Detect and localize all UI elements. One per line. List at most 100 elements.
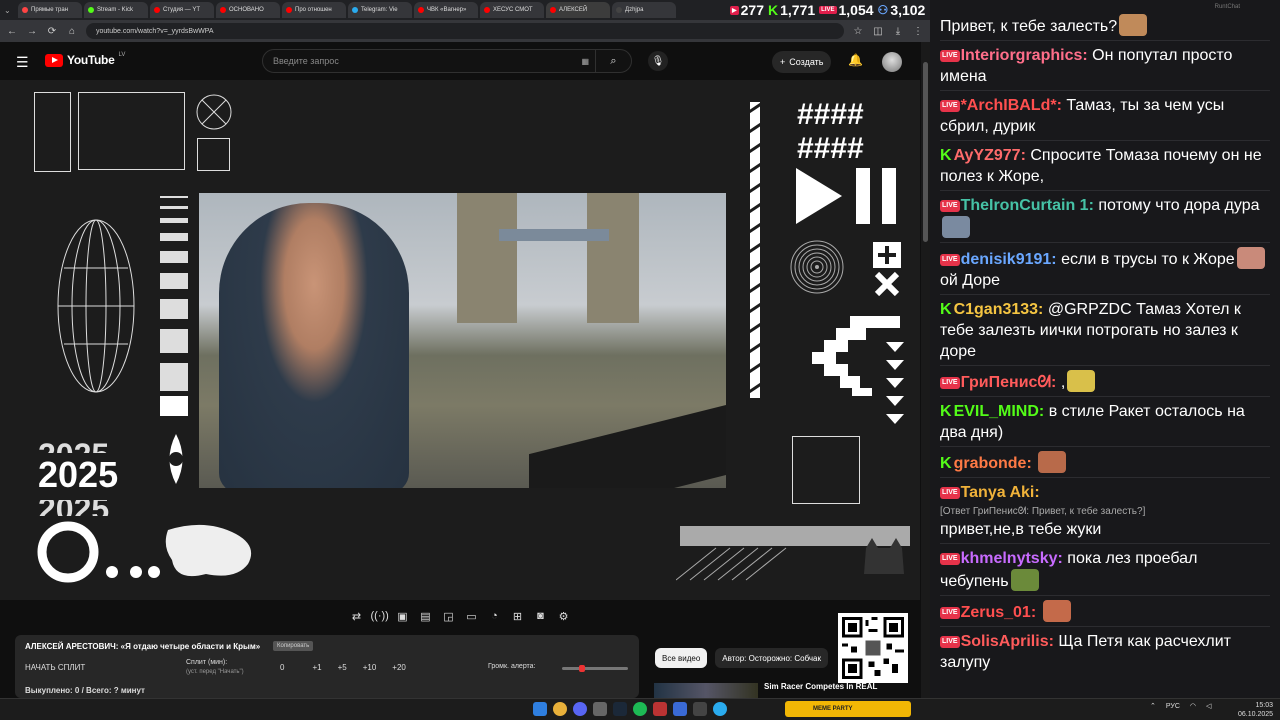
add-5-button[interactable]: +5	[338, 663, 347, 672]
chat-username[interactable]: ГриПенисᘛ:	[961, 374, 1057, 391]
video-player[interactable]: 2025 2025 2025 #### ####	[0, 80, 920, 600]
browser-tab[interactable]: Про отношен	[282, 2, 346, 18]
chat-message: LIVE *ArchIBALd*: Тамаз, ты за чем усы сб…	[940, 90, 1270, 140]
film-strip-icon[interactable]: ▭	[463, 610, 481, 623]
tab-favicon-icon	[88, 7, 94, 13]
qr-code-graphic	[842, 617, 904, 679]
chat-username[interactable]: AyYZ977:	[954, 147, 1026, 164]
chat-username[interactable]: *ArchIBALd*:	[961, 97, 1062, 114]
streamer-figure	[219, 203, 409, 488]
hamburger-menu-icon[interactable]: ☰	[16, 54, 29, 71]
microphone-icon[interactable]: 🎙	[648, 51, 668, 71]
year-echo-top: 2025	[38, 437, 109, 453]
broadcast-icon[interactable]: ((·))	[371, 610, 389, 622]
search-button[interactable]: ⌕	[595, 50, 631, 72]
chat-username[interactable]: C1gan3133:	[954, 301, 1044, 318]
forward-icon[interactable]: →	[26, 26, 38, 37]
obs-icon[interactable]	[653, 702, 667, 716]
chat-username[interactable]: denisik9191:	[961, 251, 1057, 268]
start-icon[interactable]	[533, 702, 547, 716]
media-icon[interactable]	[593, 702, 607, 716]
reload-icon[interactable]: ⟳	[46, 26, 58, 37]
chat-username[interactable]: SolisAprilis:	[961, 633, 1054, 650]
notifications-bell-icon[interactable]: 🔔	[848, 53, 863, 67]
clapper-icon[interactable]: ▤	[417, 610, 435, 623]
speed-gauge-icon[interactable]: ◔	[486, 610, 504, 622]
volume-icon[interactable]: ◁	[1206, 702, 1211, 710]
add-1-button[interactable]: +1	[312, 663, 321, 672]
tray-chevron-icon[interactable]: ⌃	[1150, 702, 1156, 710]
browser-menu-icon[interactable]: ⋮	[912, 26, 924, 37]
emote-icon	[1236, 247, 1265, 269]
steam-icon[interactable]	[613, 702, 627, 716]
browser-tab[interactable]: ХЕСУС СМОТ	[480, 2, 544, 18]
keyboard-icon[interactable]: ▦	[581, 57, 595, 66]
search-input[interactable]	[263, 50, 582, 72]
bookmark-star-icon[interactable]: ☆	[852, 26, 864, 37]
add-20-button[interactable]: +20	[392, 663, 406, 672]
chat-message: Kgrabonde:	[940, 446, 1270, 477]
chat-username[interactable]: EVIL_MIND:	[954, 403, 1045, 420]
create-button[interactable]: + Создать	[772, 51, 832, 73]
url-field[interactable]: youtube.com/watch?v=_yyrdsBwWPA	[86, 23, 844, 39]
browser-tab[interactable]: Stream - Kick	[84, 2, 148, 18]
network-icon[interactable]: ◠	[1190, 702, 1196, 710]
copy-button[interactable]: Копировать	[273, 641, 314, 651]
year-label: 2025	[38, 454, 119, 495]
chat-message: LIVE Tanya Aki: [Ответ ГриПенисᘛ: Привет,…	[940, 477, 1270, 543]
browser-tab[interactable]: ОСНОВАНО	[216, 2, 280, 18]
chat-username[interactable]: Zerus_01:	[961, 604, 1037, 621]
extensions-icon[interactable]: ◫	[872, 26, 884, 37]
slider-knob[interactable]	[578, 665, 585, 672]
screen: ⌄ Прямые тран Stream - Kick Студия — YT ОСНО…	[0, 0, 1280, 720]
chat-username[interactable]: TheIronCurtain 1:	[961, 197, 1094, 214]
language-indicator[interactable]: РУС	[1166, 703, 1180, 710]
explorer-icon[interactable]	[693, 702, 707, 716]
users-icon: ⚇	[877, 3, 889, 17]
chip-all-videos[interactable]: Все видео	[655, 648, 708, 668]
hash-row-1: ####	[797, 98, 864, 131]
pip-icon[interactable]: ◲	[440, 610, 458, 623]
chat-username[interactable]: Tanya Aki:	[961, 484, 1040, 501]
wireframe-globe-icon	[57, 219, 135, 393]
home-icon[interactable]: ⌂	[66, 26, 78, 37]
chat-text-continued: привет,не,в тебе жуки	[940, 521, 1102, 538]
tab-favicon-icon	[616, 7, 622, 13]
chat-username[interactable]: khmelnytsky:	[961, 550, 1063, 567]
browser-tab[interactable]: Telegram: Vie	[348, 2, 412, 18]
avatar[interactable]	[882, 52, 902, 72]
screenshot-camera-icon[interactable]: ◙	[532, 610, 550, 622]
add-clip-icon[interactable]: ⊞	[509, 610, 527, 623]
browser-tab[interactable]: Студия — YT	[150, 2, 214, 18]
chat-username[interactable]: Interiorgraphics:	[961, 47, 1088, 64]
meme-party-widget[interactable]: MEME PARTY	[785, 701, 911, 717]
browser-tab[interactable]: ЧВК «Вагнер»	[414, 2, 478, 18]
scrollbar[interactable]	[921, 42, 930, 698]
filter-chips: Все видео Автор: Осторожно: Собчак	[655, 648, 829, 668]
spotify-icon[interactable]	[633, 702, 647, 716]
start-split-button[interactable]: НАЧАТЬ СПЛИТ	[25, 663, 85, 672]
chat-username[interactable]: grabonde:	[954, 455, 1032, 472]
telegram-icon[interactable]	[713, 702, 727, 716]
cinema-icon[interactable]: ▣	[394, 610, 412, 623]
chrome-icon[interactable]	[553, 702, 567, 716]
loop-icon[interactable]: ⇄	[348, 610, 366, 623]
tab-favicon-icon	[550, 7, 556, 13]
add-10-button[interactable]: +10	[363, 663, 377, 672]
tab-list-icon[interactable]: ⌄	[4, 6, 16, 15]
gear-icon[interactable]: ⚙	[555, 610, 573, 623]
live-platform-icon: LIVE	[940, 636, 960, 648]
browser-tab[interactable]: АЛЕКСЕЙ	[546, 2, 610, 18]
app-icon[interactable]	[673, 702, 687, 716]
chip-author[interactable]: Автор: Осторожно: Собчак	[715, 648, 829, 668]
browser-tab[interactable]: Дzhjра	[612, 2, 676, 18]
alert-volume-slider[interactable]	[562, 665, 628, 672]
download-icon[interactable]: ⤓	[892, 26, 904, 37]
youtube-logo[interactable]: YouTube LV	[45, 52, 125, 67]
back-icon[interactable]: ←	[6, 26, 18, 37]
discord-icon[interactable]	[573, 702, 587, 716]
live-platform-icon: LIVE	[940, 100, 960, 112]
clock[interactable]: 15:03 06.10.2025	[1238, 701, 1273, 719]
browser-tab[interactable]: Прямые тран	[18, 2, 82, 18]
recommended-video[interactable]: Sim Racer Competes In REAL	[654, 681, 924, 698]
